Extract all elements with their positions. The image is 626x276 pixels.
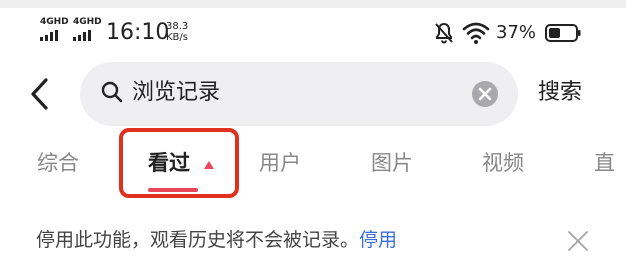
signal-icon: 4GHD	[73, 17, 102, 47]
notice-text: 停用此功能，观看历史将不会被记录。	[36, 229, 360, 251]
close-icon[interactable]	[566, 229, 590, 253]
wifi-icon	[462, 22, 490, 44]
search-icon	[101, 81, 123, 103]
network-type-label: 4GHD	[40, 17, 69, 27]
tab-用户[interactable]: 用户	[259, 148, 301, 178]
network-speed-value: 38.3	[166, 21, 189, 32]
battery-percent: 37%	[496, 22, 537, 43]
clock: 16:10	[106, 20, 170, 45]
search-query-text[interactable]: 浏览记录	[132, 77, 220, 109]
clear-icon[interactable]	[471, 80, 499, 108]
tab-综合[interactable]: 综合	[37, 148, 79, 178]
tab-图片[interactable]: 图片	[371, 148, 413, 178]
search-button[interactable]: 搜索	[538, 77, 582, 109]
tab-bar: 综合 看过 用户 图片 视频 直	[0, 140, 626, 190]
highlight-annotation-box	[119, 128, 239, 198]
tab-直[interactable]: 直	[594, 148, 615, 178]
signal-icon: 4GHD	[40, 17, 69, 47]
status-bar: 4GHD 4GHD 16:10 38.3 KB/s 37%	[0, 8, 626, 54]
mute-icon	[435, 22, 453, 44]
top-strip	[0, 0, 626, 8]
network-speed: 38.3 KB/s	[166, 21, 188, 43]
tab-视频[interactable]: 视频	[482, 148, 524, 178]
network-type-label: 4GHD	[73, 17, 102, 27]
disable-link[interactable]: 停用	[359, 229, 397, 251]
network-speed-unit: KB/s	[166, 32, 188, 43]
back-arrow-icon[interactable]	[28, 74, 52, 114]
history-notice: 停用此功能，观看历史将不会被记录。停用	[36, 226, 397, 254]
battery-icon	[545, 24, 581, 42]
